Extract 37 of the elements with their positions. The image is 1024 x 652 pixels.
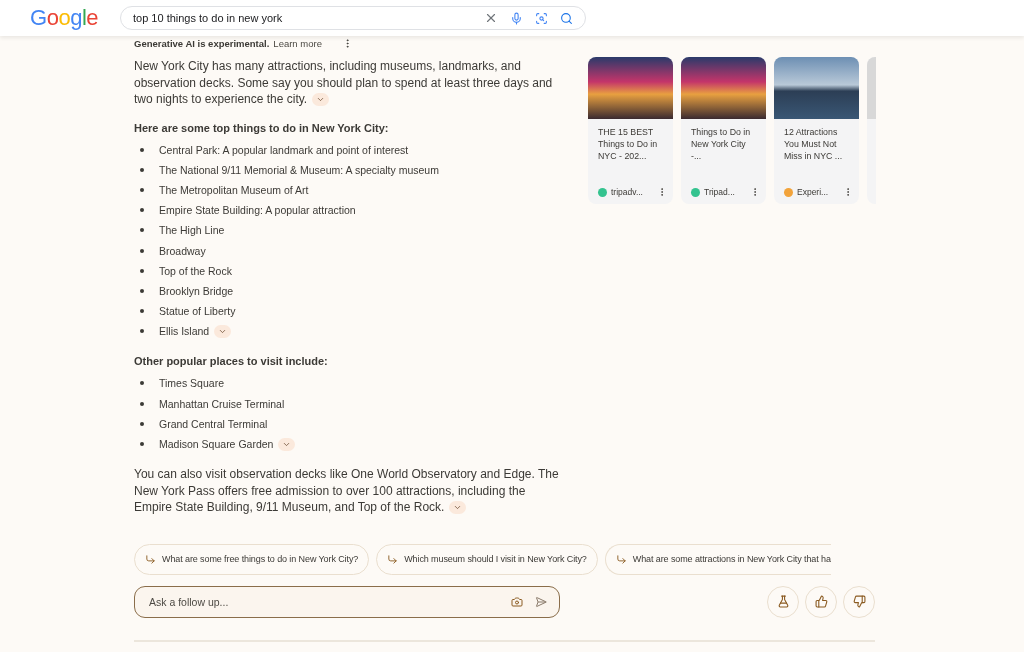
result-card[interactable]: THE 15 BEST Things to Do in NYC - 202... tripadv... bbox=[588, 57, 673, 204]
suggestion-chip[interactable]: Which museum should I visit in New York City? bbox=[376, 543, 598, 575]
follow-up-field[interactable]: Ask a follow up... bbox=[147, 594, 499, 609]
list-item-text: Ellis Island bbox=[159, 325, 210, 338]
list-item-text: Empire State Building: A popular attraction bbox=[159, 204, 356, 217]
card-title: 12 Attractions You Must Not Miss in NYC ... bbox=[783, 126, 844, 163]
intro-paragraph: New York City has many attractions, including museums, landmarks, and observation decks. Some say you should plan to spend at least three days and two nights to experience the city. bbox=[134, 58, 554, 108]
result-card[interactable]: Things to Do in New York City -... Tripad... bbox=[681, 57, 766, 204]
list-item-text: The High Line bbox=[159, 224, 225, 237]
follow-up-bar[interactable]: Ask a follow up... bbox=[134, 585, 560, 618]
search-query: top 10 things to do in new york bbox=[133, 12, 284, 24]
source-name: Experi... bbox=[797, 187, 830, 197]
suggestion-chip[interactable]: What are some free things to do in New York City? bbox=[134, 543, 370, 575]
list-item-text: Manhattan Cruise Terminal bbox=[159, 397, 285, 410]
google-logo[interactable]: Google bbox=[30, 5, 118, 31]
list-item-text: Madison Square Garden bbox=[159, 438, 274, 451]
notice-text: Generative AI is experimental. bbox=[134, 37, 270, 49]
list-item-text: Top of the Rock bbox=[159, 264, 232, 277]
list-item-text: Central Park: A popular landmark and point of interest bbox=[159, 143, 409, 156]
list-item-text: Statue of Liberty bbox=[159, 305, 236, 318]
list-item-text: The Metropolitan Museum of Art bbox=[159, 183, 309, 196]
suggestion-chip[interactable]: What are some attractions in New York City that ha bbox=[604, 543, 831, 575]
search-field[interactable]: top 10 things to do in new york bbox=[120, 6, 586, 30]
list-item-text: Grand Central Terminal bbox=[159, 417, 268, 430]
source-name: Tripad... bbox=[704, 187, 736, 197]
learn-more-link[interactable]: Learn more bbox=[273, 37, 322, 49]
section-heading: Here are some top things to do in New York City: bbox=[134, 121, 390, 134]
source-name: tripadv... bbox=[611, 187, 644, 197]
list-item-text: Broadway bbox=[159, 244, 206, 257]
section-heading: Other popular places to visit include: bbox=[134, 355, 329, 368]
list-item-text: Times Square bbox=[159, 377, 224, 390]
closing-paragraph: You can also visit observation decks like One World Observatory and Edge. The New York Pass offers free admission to over 100 attractions, including the Empire State Building, 9/11 Museum, and Top of the Rock. bbox=[134, 466, 560, 516]
list-item-text: Brooklyn Bridge bbox=[159, 284, 234, 297]
card-title: Things to Do in New York City -... bbox=[690, 126, 752, 163]
card-title: THE 15 BEST Things to Do in NYC - 202... bbox=[597, 126, 659, 163]
list-item-text: The National 9/11 Memorial & Museum: A specialty museum bbox=[159, 163, 439, 176]
result-card[interactable]: 12 Attractions You Must Not Miss in NYC ... Experi... bbox=[774, 57, 859, 204]
